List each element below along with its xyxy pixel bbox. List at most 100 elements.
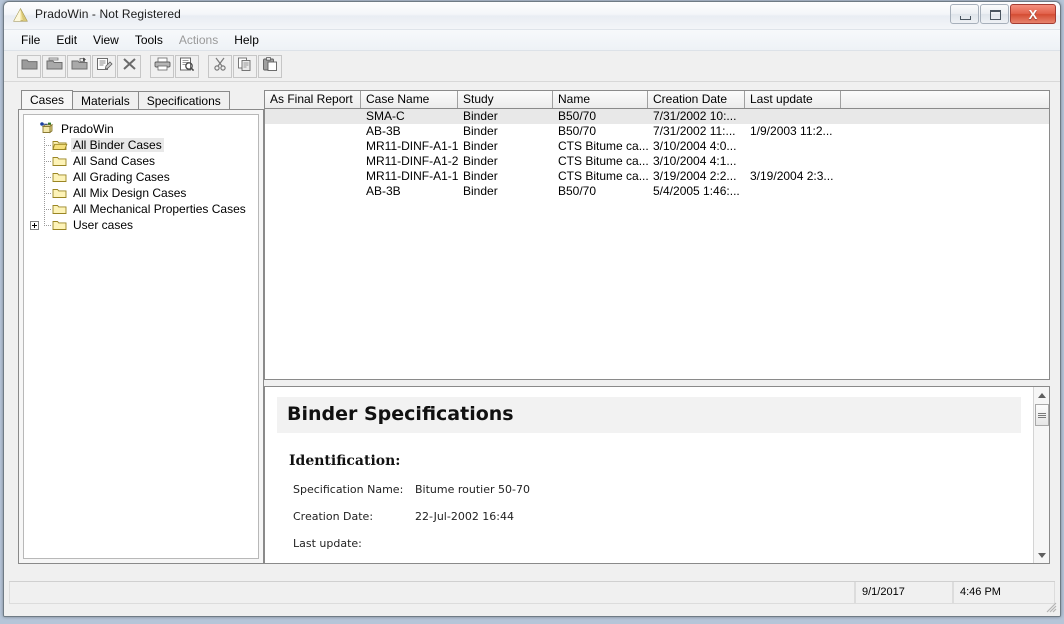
close-button[interactable]: X — [1010, 4, 1056, 24]
tree-node-all-binder-cases[interactable]: All Binder Cases — [28, 137, 254, 153]
document-title-band: Binder Specifications — [277, 397, 1021, 433]
delete-button[interactable] — [117, 54, 141, 78]
table-row[interactable]: MR11-DINF-A1-1 Binder CTS Bitume ca... 3… — [265, 169, 1049, 184]
table-row[interactable]: SMA-C Binder B50/70 7/31/2002 10:... — [265, 109, 1049, 124]
twisty-placeholder — [28, 137, 40, 153]
menu-edit[interactable]: Edit — [48, 31, 85, 49]
scroll-up-button[interactable] — [1034, 387, 1050, 403]
document-vertical-scrollbar[interactable] — [1033, 387, 1049, 563]
close-icon: X — [1028, 6, 1038, 22]
new-folder-button[interactable] — [42, 54, 66, 78]
cell-last-update — [745, 109, 841, 124]
menu-help[interactable]: Help — [226, 31, 267, 49]
save-folder-button[interactable] — [67, 54, 91, 78]
table-row[interactable]: MR11-DINF-A1-1 Binder CTS Bitume ca... 3… — [265, 139, 1049, 154]
cell-last-update: 1/9/2003 11:2... — [750, 124, 833, 138]
cell-name: B50/70 — [558, 184, 597, 198]
column-header-last-update[interactable]: Last update — [745, 91, 841, 108]
cell-name: CTS Bitume ca... — [558, 154, 648, 168]
status-bar: 9/1/2017 4:46 PM — [4, 576, 1060, 616]
print-preview-icon — [179, 57, 195, 76]
document-heading: Binder Specifications — [287, 403, 514, 425]
tab-materials-label: Materials — [81, 93, 130, 108]
open-folder-button[interactable] — [17, 54, 41, 78]
table-row[interactable]: AB-3B Binder B50/70 7/31/2002 11:... 1/9… — [265, 124, 1049, 139]
tree-node-user-cases-label: User cases — [73, 218, 134, 232]
menu-view[interactable]: View — [85, 31, 127, 49]
title-bar: PradoWin - Not Registered X — [4, 2, 1060, 30]
print-preview-button[interactable] — [175, 54, 199, 78]
window-title: PradoWin - Not Registered — [35, 7, 181, 21]
tree-node-user-cases[interactable]: User cases — [28, 217, 254, 233]
tab-strip: Cases Materials Specifications — [18, 90, 264, 109]
scrollbar-thumb[interactable] — [1035, 404, 1049, 426]
tab-cases[interactable]: Cases — [21, 90, 74, 109]
expand-user-cases-button[interactable] — [28, 217, 40, 233]
tree-connector — [40, 169, 52, 185]
column-header-name[interactable]: Name — [553, 91, 648, 108]
column-header-study[interactable]: Study — [458, 91, 553, 108]
tree-node-all-grading-cases[interactable]: All Grading Cases — [28, 169, 254, 185]
root-twisty — [28, 121, 40, 137]
cell-creation-date: 7/31/2002 10:... — [653, 109, 737, 123]
tree-node-all-mechanical-properties-cases[interactable]: All Mechanical Properties Cases — [28, 201, 254, 217]
column-header-creation-date[interactable]: Creation Date — [648, 91, 745, 108]
cell-as-final-report — [265, 124, 361, 139]
cell-case-name: MR11-DINF-A1-2 — [366, 154, 458, 168]
column-header-case-name[interactable]: Case Name — [361, 91, 458, 108]
tree-node-all-sand-cases[interactable]: All Sand Cases — [28, 153, 254, 169]
delete-icon — [122, 57, 137, 76]
tree-connector — [40, 185, 52, 201]
cell-as-final-report — [265, 109, 361, 124]
folder-open-icon — [52, 138, 68, 152]
resize-grip-icon[interactable] — [1045, 600, 1057, 613]
print-button[interactable] — [150, 54, 174, 78]
field-creation-date: Creation Date: 22-Jul-2002 16:44 — [293, 510, 1021, 523]
status-bar-cells: 9/1/2017 4:46 PM — [9, 581, 1055, 604]
table-row[interactable]: AB-3B Binder B50/70 5/4/2005 1:46:... — [265, 184, 1049, 199]
tree-node-all-mix-design-cases-label: All Mix Design Cases — [73, 186, 187, 200]
document-preview-panel: Binder Specifications Identification: Sp… — [264, 386, 1050, 564]
tree-node-root-label: PradoWin — [61, 122, 114, 136]
field-value — [415, 537, 1021, 550]
toolbar — [4, 51, 1060, 82]
scroll-down-button[interactable] — [1034, 547, 1050, 563]
twisty-placeholder — [28, 201, 40, 217]
cell-case-name: MR11-DINF-A1-1 — [366, 169, 458, 183]
twisty-placeholder — [28, 185, 40, 201]
cell-name: B50/70 — [558, 124, 597, 138]
tab-materials[interactable]: Materials — [72, 91, 139, 109]
field-label: Creation Date: — [293, 510, 374, 523]
menu-file[interactable]: File — [13, 31, 48, 49]
cell-creation-date: 5/4/2005 1:46:... — [653, 184, 740, 198]
tree-node-all-mechanical-properties-cases-label: All Mechanical Properties Cases — [73, 202, 246, 216]
tab-specifications[interactable]: Specifications — [137, 91, 230, 109]
tree-node-all-mix-design-cases[interactable]: All Mix Design Cases — [28, 185, 254, 201]
grip-icon — [1038, 412, 1046, 419]
cell-study: Binder — [463, 184, 498, 198]
tree-node-root[interactable]: PradoWin — [28, 121, 254, 137]
paste-button[interactable] — [258, 54, 282, 78]
tree-node-all-binder-cases-label: All Binder Cases — [71, 138, 164, 152]
tree-node-all-sand-cases-label: All Sand Cases — [73, 154, 156, 168]
folder-icon — [52, 170, 68, 184]
minimize-button[interactable] — [950, 4, 979, 24]
tree-connector — [40, 217, 52, 233]
field-label: Specification Name: — [293, 483, 404, 496]
table-row[interactable]: MR11-DINF-A1-2 Binder CTS Bitume ca... 3… — [265, 154, 1049, 169]
cell-name: CTS Bitume ca... — [558, 169, 648, 183]
properties-button[interactable] — [92, 54, 116, 78]
cell-as-final-report — [265, 154, 361, 169]
new-folder-icon — [46, 57, 63, 76]
column-header-as-final-report[interactable]: As Final Report — [265, 91, 361, 108]
cell-case-name: AB-3B — [366, 184, 401, 198]
cell-case-name: AB-3B — [366, 124, 401, 138]
application-window: PradoWin - Not Registered X File Edit Vi… — [3, 1, 1061, 617]
status-date: 9/1/2017 — [855, 582, 953, 604]
menu-tools[interactable]: Tools — [127, 31, 171, 49]
maximize-button[interactable] — [980, 4, 1009, 24]
computer-node-icon — [40, 122, 56, 136]
cut-button[interactable] — [208, 54, 232, 78]
copy-button[interactable] — [233, 54, 257, 78]
tree-view[interactable]: PradoWin All Binder Cases All Sand Cases… — [23, 114, 259, 559]
